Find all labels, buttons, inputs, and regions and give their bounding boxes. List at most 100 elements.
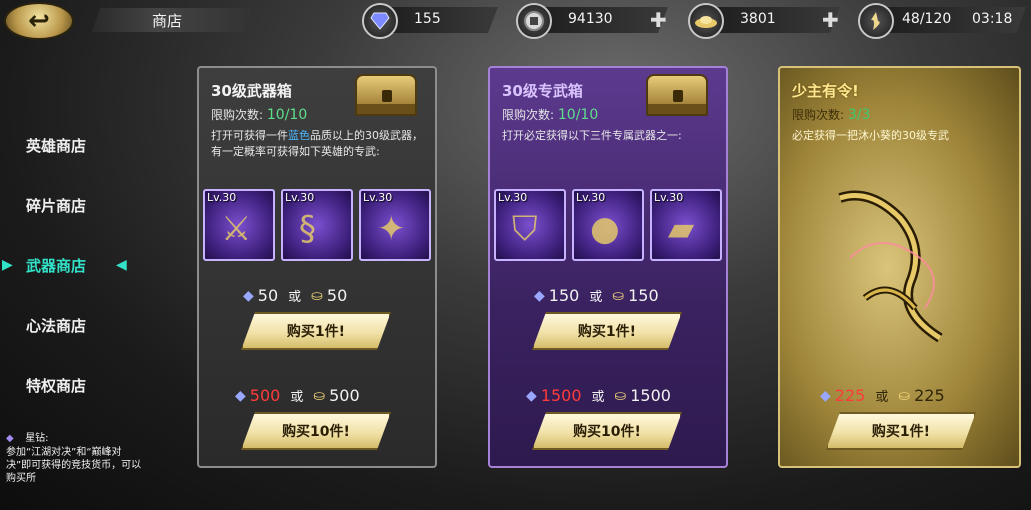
reward-items: Lv.30 ⛉ Lv.30 ● Lv.30 ▰ (494, 189, 726, 261)
gold-ingot-icon (688, 3, 724, 39)
diamond-icon: ◆ (243, 287, 254, 304)
limit-value: 3/3 (847, 107, 871, 123)
purchase-limit: 限购次数: 10/10 (211, 106, 307, 123)
ingot-price: 1500 (630, 386, 671, 405)
card-description: 打开必定获得以下三件专属武器之一: (502, 129, 682, 142)
single-price: ◆ 225 或 ⛀ 225 (820, 386, 945, 405)
item-level: Lv.30 (207, 191, 237, 204)
page-title: 商店 (92, 8, 252, 32)
coin-counter: 94130 (534, 7, 668, 33)
back-arrow-icon: ↩ (28, 6, 50, 36)
treasure-chest-icon (355, 74, 417, 116)
gold-ingot-icon: ⛀ (898, 387, 911, 404)
stamina-timer: 03:18 (972, 11, 1013, 27)
item-level: Lv.30 (285, 191, 315, 204)
weapon-item[interactable]: Lv.30 ● (572, 189, 644, 261)
hammer-weapon-icon: ▰ (668, 209, 695, 249)
diamond-icon: ◆ (526, 387, 537, 404)
card-title: 30级武器箱 (211, 82, 292, 100)
diamond-icon: ◆ (820, 387, 831, 404)
claw-weapon-icon: ✦ (377, 209, 406, 249)
item-level: Lv.30 (654, 191, 684, 204)
treasure-chest-icon (646, 74, 708, 116)
diamond-icon: ◆ (235, 387, 246, 404)
or-text: 或 (589, 290, 603, 305)
card-title: 30级专武箱 (502, 82, 583, 100)
item-level: Lv.30 (363, 191, 393, 204)
ingot-value: 3801 (740, 11, 776, 27)
coin-value: 94130 (568, 11, 613, 27)
serpent-blade-icon: § (299, 209, 316, 249)
gold-ingot-icon: ⛀ (311, 287, 323, 304)
diamond-icon: ◆ (534, 287, 545, 304)
add-coin-button[interactable]: ✚ (650, 8, 667, 32)
limit-value: 10/10 (557, 107, 599, 123)
sidebar-item-label: 心法商店 (26, 316, 87, 335)
buy-10-button[interactable]: 购买10件! (241, 412, 391, 450)
ingot-counter: 3801 (706, 7, 840, 33)
item-level: Lv.30 (576, 191, 606, 204)
or-text: 或 (591, 390, 605, 405)
star-diamond-icon: ◆ (6, 433, 14, 444)
note-text: 参加“江湖对决”和“巅峰对决”即可获得的竞技货币，可以购买所 (6, 447, 142, 484)
selected-arrow-left-icon: ◀ (116, 257, 127, 273)
ingot-price: 225 (914, 386, 945, 405)
exclusive-weapon-box-card: 30级专武箱 限购次数: 10/10 打开必定获得以下三件专属武器之一: Lv.… (488, 66, 728, 468)
sidebar-item-mind-shop[interactable]: 心法商店 (0, 310, 150, 340)
sidebar-item-privilege-shop[interactable]: 特权商店 (0, 370, 150, 400)
special-offer-card: 少主有令! 限购次数: 3/3 必定获得一把沐小葵的30级专武 ◆ 225 或 … (778, 66, 1021, 468)
sidebar-item-hero-shop[interactable]: 英雄商店 (0, 130, 150, 160)
ingot-price: 150 (628, 286, 659, 305)
desc-highlight: 蓝色 (288, 129, 310, 142)
gold-ingot-icon: ⛀ (313, 387, 326, 404)
buy-1-button[interactable]: 购买1件! (532, 312, 682, 350)
gold-ingot-icon: ⛀ (614, 387, 627, 404)
gem-price: 225 (834, 386, 866, 405)
orb-weapon-icon: ● (590, 209, 620, 249)
weapon-item[interactable]: Lv.30 ⛉ (494, 189, 566, 261)
sidebar-item-label: 英雄商店 (26, 136, 87, 155)
ten-price: ◆ 500 或 ⛀ 500 (235, 386, 360, 405)
sidebar-item-label: 碎片商店 (26, 196, 87, 215)
buy-10-button[interactable]: 购买10件! (532, 412, 682, 450)
card-description: 打开可获得一件蓝色品质以上的30级武器，有一定概率可获得如下英雄的专武: (211, 128, 429, 160)
weapon-item[interactable]: Lv.30 ✦ (359, 189, 431, 261)
back-button[interactable]: ↩ (4, 2, 74, 40)
card-description: 必定获得一把沐小葵的30级专武 (792, 129, 949, 142)
gem-price: 50 (257, 286, 279, 305)
buy-1-button[interactable]: 购买1件! (826, 412, 976, 450)
sidebar-item-weapon-shop[interactable]: ▶ 武器商店 ◀ (0, 250, 150, 280)
whip-weapon-icon: ⚔ (221, 209, 252, 249)
note-title: 星钻: (25, 433, 49, 444)
diamond-value: 155 (414, 11, 441, 27)
add-ingot-button[interactable]: ✚ (822, 8, 839, 32)
or-text: 或 (290, 390, 304, 405)
weapon-item[interactable]: Lv.30 ⚔ (203, 189, 275, 261)
sidebar-item-label: 特权商店 (26, 376, 87, 395)
sidebar-item-fragment-shop[interactable]: 碎片商店 (0, 190, 150, 220)
single-price: ◆ 150 或 ⛀ 150 (534, 286, 659, 305)
limit-value: 10/10 (266, 107, 308, 123)
weapon-item[interactable]: Lv.30 § (281, 189, 353, 261)
purchase-limit: 限购次数: 3/3 (792, 106, 870, 123)
coin-icon (516, 3, 552, 39)
or-text: 或 (875, 390, 889, 405)
weapon-item[interactable]: Lv.30 ▰ (650, 189, 722, 261)
limit-label: 限购次数: (502, 108, 555, 122)
desc-text: 打开可获得一件 (211, 129, 288, 142)
shield-weapon-icon: ⛉ (512, 209, 538, 249)
exclusive-weapon-art (838, 190, 943, 343)
weapon-box-card: 30级武器箱 限购次数: 10/10 打开可获得一件蓝色品质以上的30级武器，有… (197, 66, 437, 468)
single-price: ◆ 50 或 ⛀ 50 (243, 286, 347, 305)
limit-label: 限购次数: (792, 108, 845, 122)
sidebar-item-label: 武器商店 (26, 256, 87, 275)
item-level: Lv.30 (498, 191, 528, 204)
card-title: 少主有令! (792, 82, 859, 100)
ingot-price: 500 (329, 386, 360, 405)
gem-price: 1500 (540, 386, 582, 405)
stamina-value: 48/120 (902, 11, 952, 27)
top-bar: ↩ 商店 155 94130 ✚ 3801 ✚ 48/120 03:18 (0, 0, 1031, 44)
gold-ingot-icon: ⛀ (612, 287, 625, 304)
gem-price: 150 (548, 286, 580, 305)
buy-1-button[interactable]: 购买1件! (241, 312, 391, 350)
